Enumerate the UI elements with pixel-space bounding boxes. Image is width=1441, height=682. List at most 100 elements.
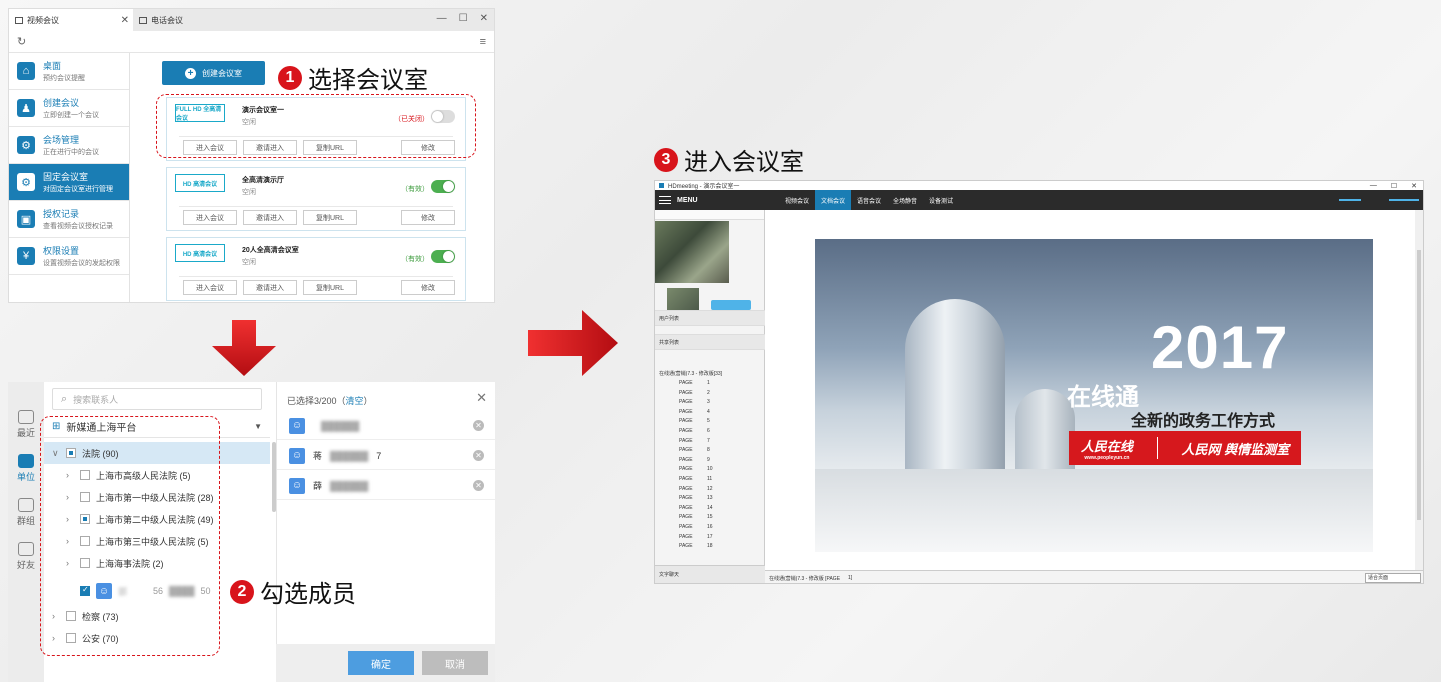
page-item[interactable]: PAGE 6: [679, 428, 749, 434]
maximize-icon[interactable]: ☐: [459, 13, 468, 24]
create-room-button[interactable]: + 创建会议室: [162, 61, 265, 85]
page-number: 18: [707, 543, 713, 550]
window-controls: — ☐ ✕: [437, 13, 488, 24]
hd-logo: HD 高清会议: [175, 174, 225, 192]
page-item[interactable]: PAGE 15: [679, 514, 749, 520]
invite-button[interactable]: 邀请进入: [243, 210, 297, 225]
page-item[interactable]: PAGE 2: [679, 390, 749, 396]
scrollbar[interactable]: [1415, 210, 1423, 570]
tab-video[interactable]: 视频会议: [779, 190, 815, 210]
rail-label: 单位: [16, 472, 35, 482]
step-1-label: 1 选择会议室: [278, 60, 428, 95]
close-icon[interactable]: ✕: [476, 390, 487, 406]
page-number: 8: [707, 447, 710, 454]
volume-sliders[interactable]: [1329, 199, 1419, 201]
cancel-button[interactable]: 取消: [422, 651, 488, 675]
page-item[interactable]: PAGE 9: [679, 457, 749, 463]
step-number: 3: [654, 147, 678, 172]
page-label: PAGE: [679, 485, 693, 492]
hamburger-icon[interactable]: ≡: [480, 36, 486, 48]
maximize-icon[interactable]: ☐: [1391, 182, 1397, 190]
page-item[interactable]: PAGE 17: [679, 534, 749, 540]
page-item[interactable]: PAGE 12: [679, 486, 749, 492]
video-feed-main[interactable]: [655, 221, 729, 283]
plus-icon: +: [185, 67, 196, 79]
close-icon[interactable]: ✕: [1411, 182, 1417, 190]
sidebar-item-create[interactable]: ♟ 创建会议 立即创建一个会议: [9, 90, 129, 127]
sidebar-item-desktop[interactable]: ⌂ 桌面 预约会议提醒: [9, 53, 129, 90]
search-input[interactable]: ⌕ 搜索联系人: [52, 388, 262, 410]
rail-item-friend[interactable]: 好友: [8, 542, 44, 571]
remove-icon[interactable]: ✕: [473, 480, 484, 491]
sidebar-item-fixed-room[interactable]: ⚙ 固定会议室 对固定会议室进行管理: [9, 164, 129, 201]
close-tab-icon[interactable]: ✕: [121, 15, 129, 26]
step-text: 选择会议室: [308, 67, 428, 94]
page-item[interactable]: PAGE 13: [679, 495, 749, 501]
page-item[interactable]: PAGE 10: [679, 466, 749, 472]
invite-button[interactable]: 邀请进入: [243, 280, 297, 295]
sidebar-item-permission[interactable]: ¥ 权限设置 设置视频会议的发起权限: [9, 238, 129, 275]
minimize-icon[interactable]: —: [1370, 182, 1377, 190]
page-label: PAGE: [679, 514, 693, 521]
edit-button[interactable]: 修改: [401, 210, 455, 225]
copy-url-button[interactable]: 复制URL: [303, 280, 357, 295]
create-room-label: 创建会议室: [202, 68, 242, 78]
page-item[interactable]: PAGE 16: [679, 524, 749, 530]
page-item[interactable]: PAGE 8: [679, 447, 749, 453]
page-label: PAGE: [679, 389, 693, 396]
remove-icon[interactable]: ✕: [473, 420, 484, 431]
page-item[interactable]: PAGE 4: [679, 409, 749, 415]
tab-video-meeting[interactable]: 视频会议 ✕: [9, 9, 133, 31]
section-share-list[interactable]: 共享列表: [655, 334, 765, 350]
refresh-icon[interactable]: ↻: [17, 35, 26, 48]
rail-item-group[interactable]: 群组: [8, 498, 44, 527]
tab-mute-all[interactable]: 全场静音: [887, 190, 923, 210]
sidebar-item-venue[interactable]: ⚙ 会场管理 正在进行中的会议: [9, 127, 129, 164]
sidebar-item-title: 权限设置: [43, 246, 80, 256]
camera-button[interactable]: [711, 300, 751, 310]
tab-audio[interactable]: 语音会议: [851, 190, 887, 210]
clear-link[interactable]: 清空: [346, 396, 364, 406]
page-label: PAGE: [679, 399, 693, 406]
video-feed-thumb[interactable]: [667, 288, 699, 310]
section-user-list[interactable]: 用户列表: [655, 310, 765, 326]
page-item[interactable]: PAGE 7: [679, 438, 749, 444]
page-item[interactable]: PAGE 14: [679, 505, 749, 511]
document-name[interactable]: 在线通(营销)7.3 - 修改版[33]: [659, 370, 764, 377]
room-card: HD 高清会议 20人全高清会议室 空闲 （有效） 进入会议 邀请进入 复制UR…: [166, 237, 466, 301]
zoom-select[interactable]: 适合页面: [1365, 573, 1421, 583]
room-toggle[interactable]: [431, 250, 455, 263]
section-chat[interactable]: 文字聊天: [655, 565, 765, 583]
close-icon[interactable]: ✕: [480, 13, 488, 24]
page-number: 14: [707, 504, 713, 511]
enter-meeting-button[interactable]: 进入会议: [183, 280, 237, 295]
step-number: 2: [230, 579, 254, 604]
page-item[interactable]: PAGE 1: [679, 380, 749, 386]
remove-icon[interactable]: ✕: [473, 450, 484, 461]
page-item[interactable]: PAGE 18: [679, 543, 749, 549]
page-number: 5: [707, 418, 710, 425]
masked-text: ██████: [330, 450, 369, 461]
window-tabs: 视频会议 ✕ 电话会议 — ☐ ✕: [9, 9, 494, 31]
page-item[interactable]: PAGE 3: [679, 399, 749, 405]
sidebar-item-title: 桌面: [43, 61, 62, 71]
menu-button[interactable]: MENU: [659, 190, 698, 210]
tab-label: 视频会议: [27, 15, 59, 25]
room-toggle[interactable]: [431, 180, 455, 193]
logo-divider: [1156, 437, 1158, 459]
minimize-icon[interactable]: —: [437, 13, 447, 24]
tab-device-test[interactable]: 设备测试: [923, 190, 959, 210]
sidebar-item-auth[interactable]: ▣ 授权记录 查看视频会议授权记录: [9, 201, 129, 238]
avatar: ☺: [289, 417, 305, 434]
tab-phone-meeting[interactable]: 电话会议: [133, 9, 257, 31]
rail-item-recent[interactable]: 最近: [8, 410, 44, 439]
page-label: PAGE: [679, 418, 693, 425]
tab-document[interactable]: 文档会议: [815, 190, 851, 210]
confirm-button[interactable]: 确定: [348, 651, 414, 675]
rail-item-unit[interactable]: 单位: [8, 454, 44, 483]
edit-button[interactable]: 修改: [401, 280, 455, 295]
page-item[interactable]: PAGE 11: [679, 476, 749, 482]
enter-meeting-button[interactable]: 进入会议: [183, 210, 237, 225]
copy-url-button[interactable]: 复制URL: [303, 210, 357, 225]
page-item[interactable]: PAGE 5: [679, 418, 749, 424]
